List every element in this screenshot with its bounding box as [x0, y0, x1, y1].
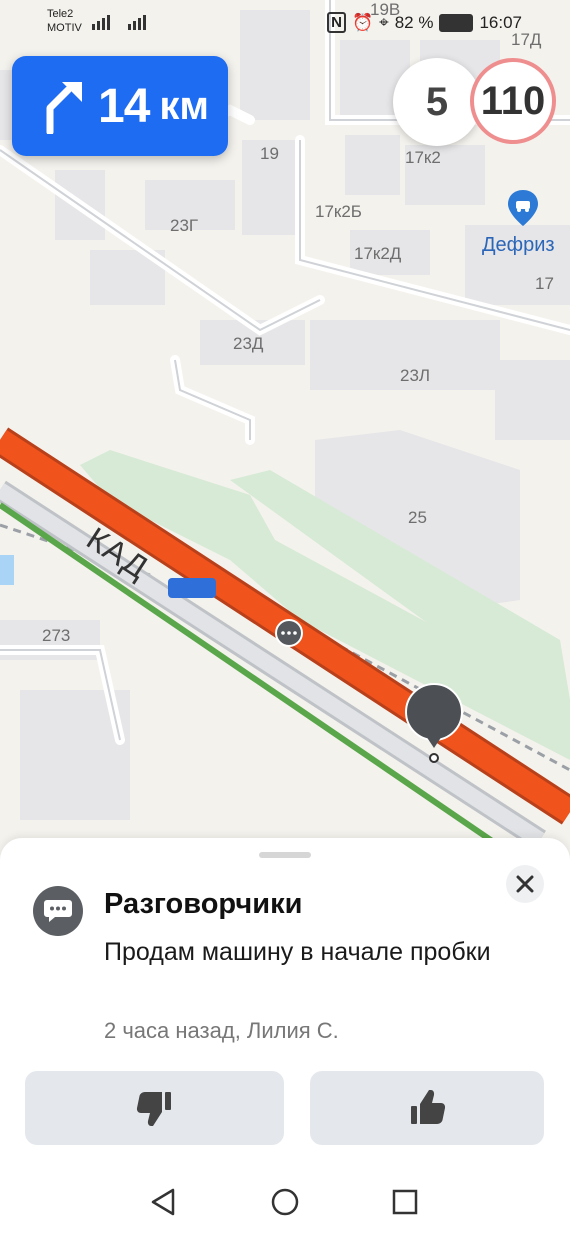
turn-right-icon — [46, 82, 82, 134]
status-right: N ⏰ ⌖ 82 % 16:07 — [327, 12, 522, 33]
maneuver-badge[interactable]: 14 км — [12, 56, 228, 156]
building-label: 23Д — [233, 334, 264, 353]
building-label: 273 — [42, 626, 71, 645]
building-label: 17к2 — [405, 148, 441, 167]
nfc-icon: N — [327, 12, 346, 33]
maneuver-distance: 14 — [98, 79, 150, 133]
event-title: Разговорчики — [104, 888, 303, 920]
like-button[interactable] — [310, 1071, 544, 1145]
building-label: 17к2Б — [315, 202, 362, 221]
battery-percent: 82 % — [394, 12, 434, 32]
event-card: Разговорчики Продам машину в начале проб… — [0, 838, 570, 1168]
building-label: 25 — [408, 508, 427, 527]
carrier-name-2: MOTIV — [47, 22, 82, 34]
building-label: 23Л — [400, 366, 431, 385]
back-triangle-icon[interactable] — [145, 1184, 181, 1220]
speed-limit-sign: 110 — [470, 58, 556, 144]
clock: 16:07 — [479, 12, 522, 32]
system-nav-bar — [0, 1168, 570, 1235]
thumb-up-icon — [411, 1090, 446, 1124]
close-button[interactable] — [506, 865, 544, 903]
poi-name: Дефриз — [482, 234, 555, 256]
building-label: 19 — [260, 144, 279, 163]
building-label: 23Г — [170, 216, 199, 235]
maneuver-unit: км — [159, 83, 209, 128]
thumb-down-icon — [136, 1092, 171, 1126]
signal-icon — [92, 15, 146, 30]
close-icon — [516, 875, 534, 893]
carrier-info: Tele2 MOTIV — [47, 7, 82, 35]
carrier-name: Tele2 — [47, 8, 74, 20]
recents-square-icon[interactable] — [387, 1184, 423, 1220]
building-label: 17 — [535, 274, 554, 293]
status-bar: Tele2 MOTIV N ⏰ ⌖ 82 % 16:07 — [0, 0, 570, 42]
alarm-icon: ⏰ — [351, 12, 374, 32]
location-icon: ⌖ — [379, 12, 389, 32]
car-service-icon — [508, 190, 538, 226]
current-speed: 5 — [393, 58, 481, 146]
chat-bubble-icon — [33, 886, 83, 936]
home-circle-icon[interactable] — [267, 1184, 303, 1220]
sheet-grabber[interactable] — [259, 852, 311, 858]
battery-icon — [439, 13, 474, 32]
building-label: 17к2Д — [354, 244, 402, 263]
dislike-button[interactable] — [25, 1071, 284, 1145]
event-message: Продам машину в начале пробки — [104, 938, 491, 966]
event-meta: 2 часа назад, Лилия С. — [104, 1018, 339, 1043]
